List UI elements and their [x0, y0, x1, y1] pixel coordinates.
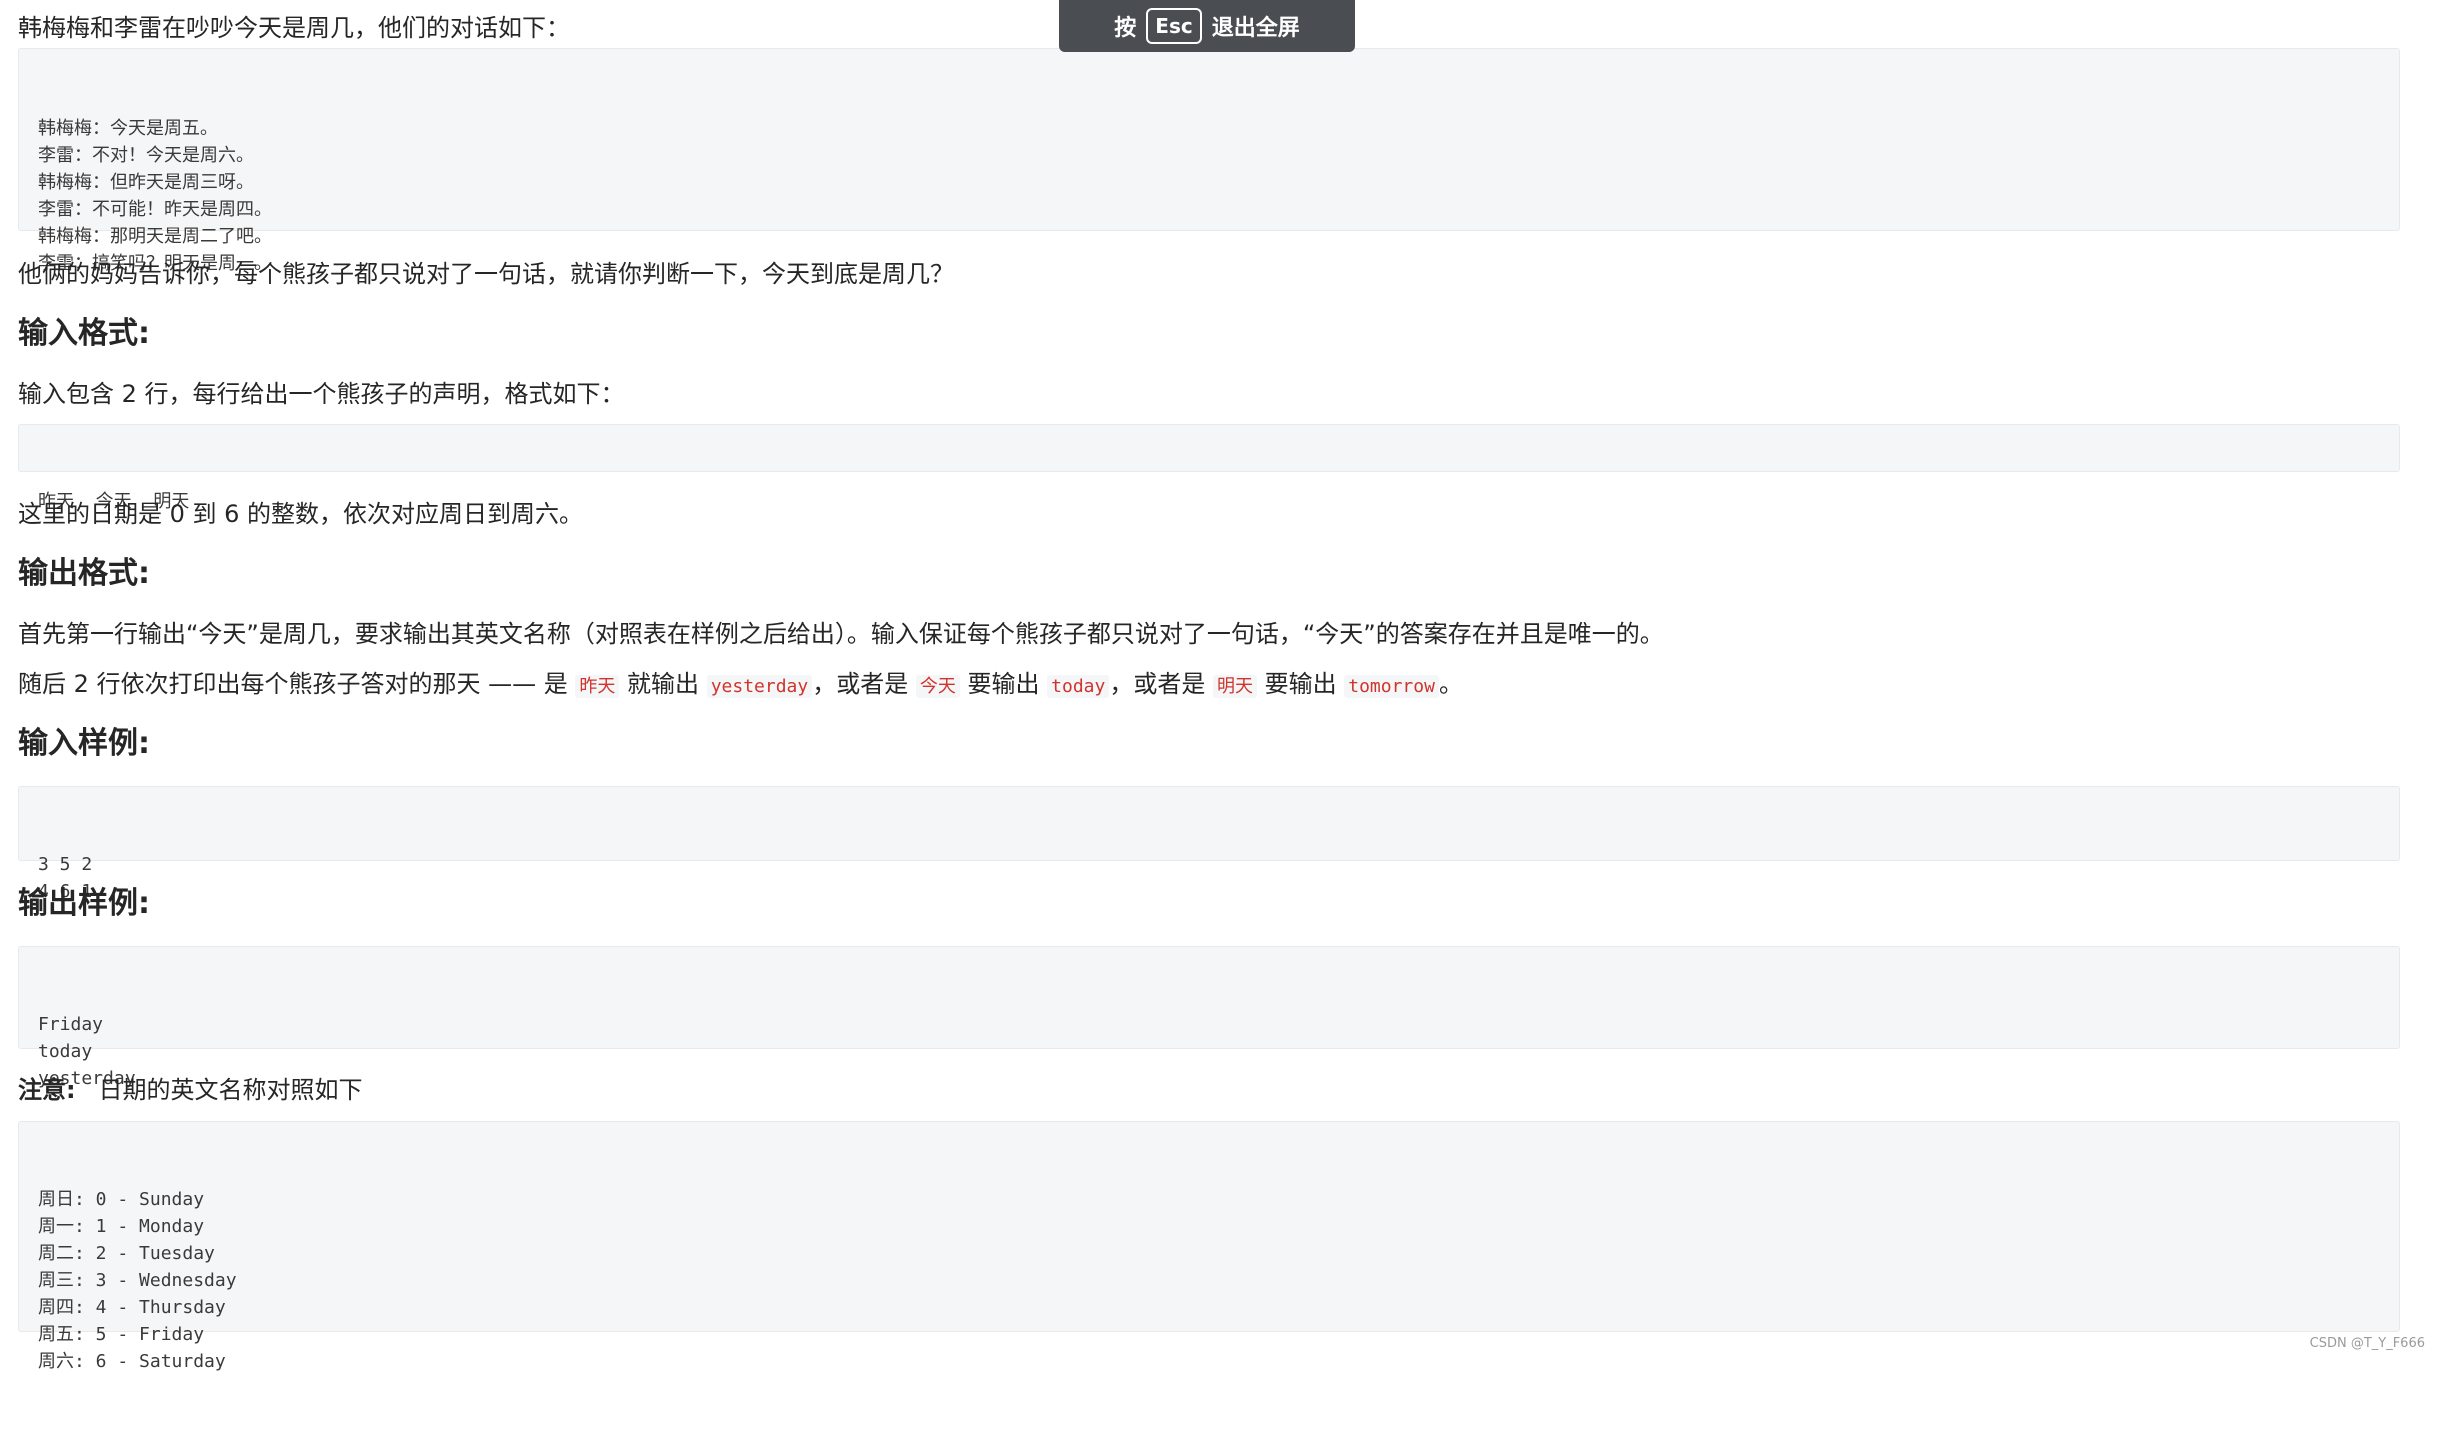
dialogue-line: 韩梅梅：但昨天是周三呀。	[38, 172, 254, 193]
text-segment: ，或者是	[1109, 670, 1213, 698]
input-description: 输入包含 2 行，每行给出一个熊孩子的声明，格式如下：	[18, 380, 625, 408]
day-name-row: 周日: 0 - Sunday	[38, 1189, 205, 1210]
day-name-row: 周四: 4 - Thursday	[38, 1297, 226, 1318]
date-description: 这里的日期是 0 到 6 的整数，依次对应周日到周六。	[18, 500, 584, 528]
banner-action-text: 退出全屏	[1211, 16, 1300, 41]
exit-fullscreen-banner[interactable]: 按 Esc 退出全屏	[1059, 0, 1355, 52]
output-description-2: 随后 2 行依次打印出每个熊孩子答对的那天 —— 是 昨天 就输出 yester…	[18, 666, 1463, 705]
sample-input-line: 3 5 2	[38, 854, 93, 875]
note-label: 注意:	[18, 1076, 76, 1104]
day-name-row: 周五: 5 - Friday	[38, 1324, 205, 1345]
dialogue-line: 韩梅梅：今天是周五。	[38, 118, 218, 139]
esc-key-icon: Esc	[1146, 8, 1202, 44]
text-segment: 就输出	[619, 670, 707, 698]
sample-output-line: today	[38, 1041, 93, 1062]
dialogue-line: 李雷：不对！今天是周六。	[38, 145, 254, 166]
text-segment: 随后 2 行依次打印出每个熊孩子答对的那天 —— 是	[18, 670, 576, 698]
text-segment: 。	[1438, 670, 1463, 698]
text-segment: 要输出	[1256, 670, 1345, 698]
day-name-table: 周日: 0 - Sunday 周一: 1 - Monday 周二: 2 - Tues…	[18, 1121, 2400, 1372]
inline-code: tomorrow	[1344, 675, 1439, 698]
day-name-row: 周二: 2 - Tuesday	[38, 1243, 215, 1264]
output-format-heading: 输出格式:	[18, 556, 150, 591]
sample-output-line: Friday	[38, 1014, 104, 1035]
note-text: 日期的英文名称对照如下	[98, 1076, 363, 1104]
inline-code: 昨天	[575, 675, 620, 698]
day-name-row: 周一: 1 - Monday	[38, 1216, 205, 1237]
inline-code: 今天	[915, 675, 960, 698]
sample-input-line: 4 6 1	[38, 881, 93, 902]
note: 注意: 日期的英文名称对照如下	[18, 1072, 363, 1108]
intro-text: 韩梅梅和李雷在吵吵今天是周几，他们的对话如下：	[18, 14, 570, 42]
dialogue-block: 韩梅梅：今天是周五。李雷：不对！今天是周六。 韩梅梅：但昨天是周三呀。 李雷：不可能…	[18, 48, 2400, 274]
sample-input-heading: 输入样例:	[18, 726, 150, 761]
text-segment: 要输出	[959, 670, 1048, 698]
input-format-heading: 输入格式:	[18, 316, 150, 351]
output-description-1: 首先第一行输出“今天”是周几，要求输出其英文名称（对照表在样例之后给出）。输入保…	[18, 620, 1664, 648]
dialogue-line: 李雷：不可能！昨天是周四。	[38, 199, 272, 220]
text-segment: ，或者是	[812, 670, 916, 698]
question-text: 他俩的妈妈告诉你，每个熊孩子都只说对了一句话，就请你判断一下，今天到底是周几？	[18, 260, 954, 288]
day-name-row: 周六: 6 - Saturday	[38, 1351, 226, 1372]
inline-code: today	[1047, 675, 1110, 698]
day-name-row: 周三: 3 - Wednesday	[38, 1270, 237, 1291]
input-format-block: 昨天 今天 明天	[18, 424, 2400, 512]
dialogue-line: 韩梅梅：那明天是周二了吧。	[38, 226, 272, 247]
inline-code: yesterday	[706, 675, 813, 698]
sample-output-block: Friday today yesterday	[18, 946, 2400, 1089]
sample-output-line: yesterday	[38, 1068, 136, 1089]
inline-code: 明天	[1212, 675, 1257, 698]
watermark: CSDN @T_Y_F666	[2309, 1336, 2425, 1351]
sample-input-block: 3 5 2 4 6 1	[18, 786, 2400, 902]
sample-output-heading: 输出样例:	[18, 886, 150, 921]
banner-press-text: 按	[1114, 16, 1137, 41]
